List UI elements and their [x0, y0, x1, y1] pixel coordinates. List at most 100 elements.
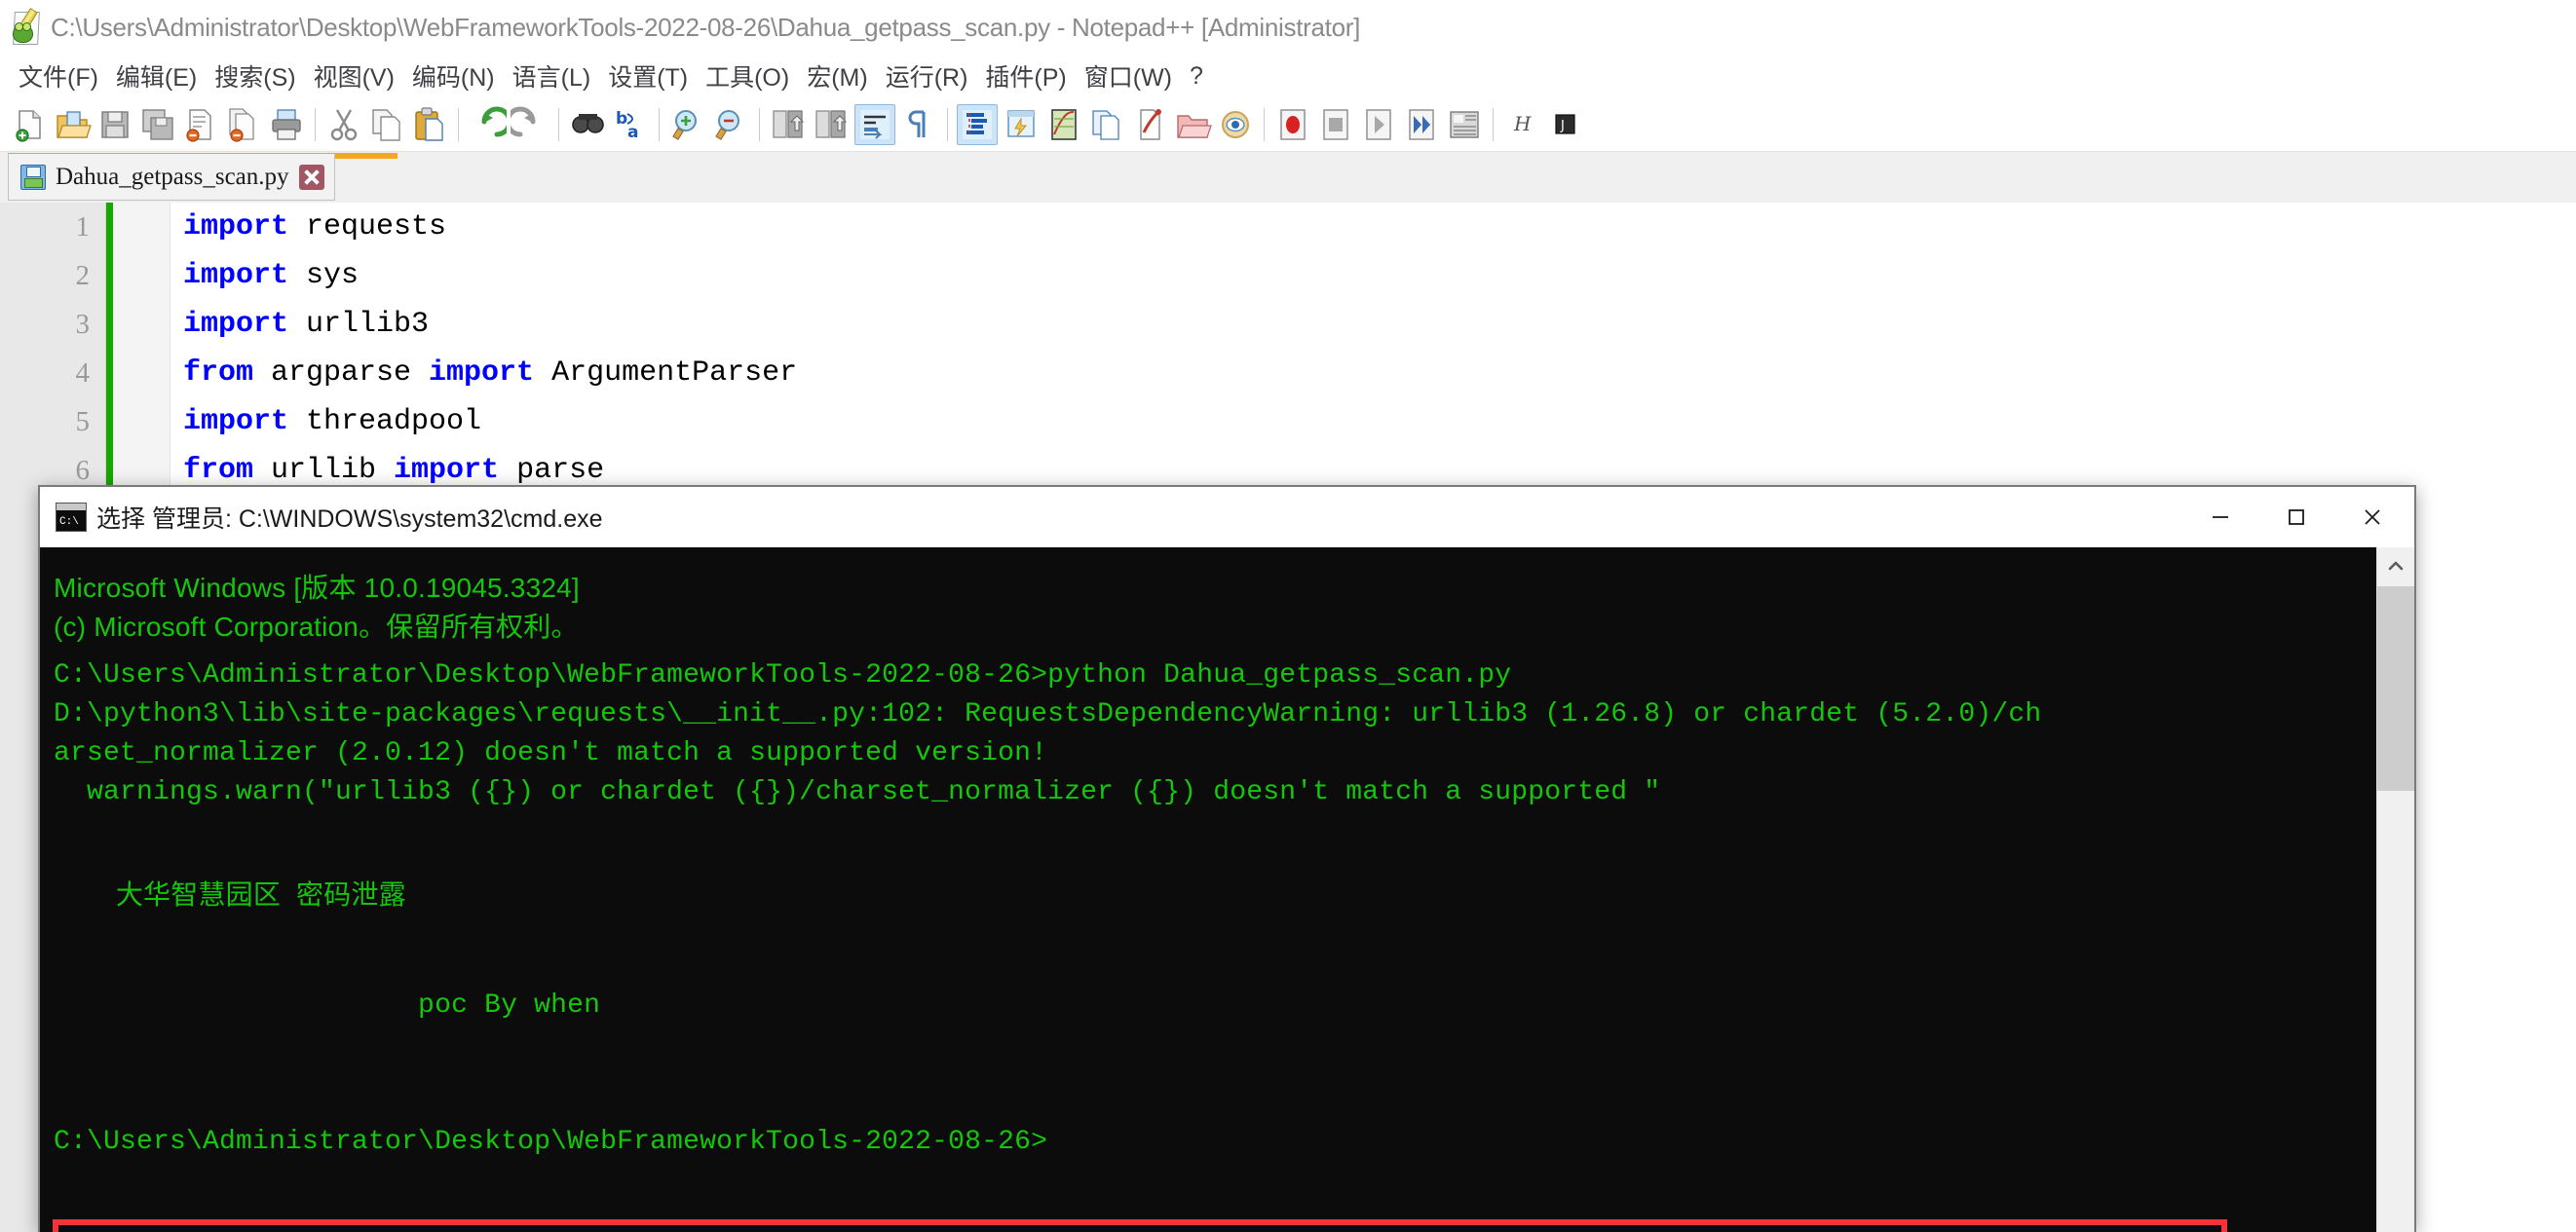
- code-line[interactable]: 2 import sys: [0, 251, 2576, 300]
- toolbar-separator: [759, 107, 760, 141]
- svg-text:a: a: [627, 123, 638, 142]
- menu-macro[interactable]: 宏(M): [798, 56, 876, 95]
- new-file-icon[interactable]: [10, 105, 49, 144]
- console-line: C:\Users\Administrator\Desktop\WebFramew…: [54, 660, 1512, 691]
- code-line-text: import sys: [183, 259, 360, 292]
- word-wrap-icon[interactable]: [854, 103, 895, 145]
- menu-view[interactable]: 视图(V): [305, 56, 403, 95]
- chevron-up-icon[interactable]: [2377, 547, 2414, 584]
- line-number: 3: [75, 308, 91, 340]
- notepadpp-menubar: 文件(F) 编辑(E) 搜索(S) 视图(V) 编码(N) 语言(L) 设置(T…: [0, 55, 2576, 97]
- copy-icon[interactable]: [367, 105, 406, 144]
- sync-horizontal-icon[interactable]: [812, 105, 851, 144]
- console-line: (c) Microsoft Corporation。保留所有权利。: [54, 612, 579, 642]
- floppy-save-icon: [20, 164, 46, 190]
- paste-icon[interactable]: [410, 105, 449, 144]
- indent-guide-icon[interactable]: [957, 103, 998, 145]
- cut-icon[interactable]: [324, 105, 363, 144]
- svg-text:J: J: [1560, 119, 1565, 133]
- document-map-icon[interactable]: [1044, 105, 1083, 144]
- line-number: 4: [75, 356, 91, 389]
- save-icon[interactable]: [95, 105, 134, 144]
- tab-dahua-getpass-scan[interactable]: Dahua_getpass_scan.py: [8, 154, 335, 201]
- close-icon[interactable]: [2334, 488, 2410, 546]
- redo-icon[interactable]: [511, 105, 549, 144]
- code-line-text: import threadpool: [183, 405, 482, 438]
- open-folder-icon[interactable]: [1173, 105, 1212, 144]
- cmd-window-title: 选择 管理员: C:\WINDOWS\system32\cmd.exe: [96, 505, 603, 533]
- console-line: C:\Users\Administrator\Desktop\WebFramew…: [54, 1127, 1048, 1157]
- menu-file[interactable]: 文件(F): [10, 56, 107, 95]
- toolbar-separator: [558, 107, 559, 141]
- window-title: C:\Users\Administrator\Desktop\WebFramew…: [51, 12, 1361, 42]
- toolbar-separator: [458, 107, 459, 141]
- code-line-text: from urllib import parse: [183, 454, 605, 487]
- plugin-icon[interactable]: J: [1545, 105, 1584, 144]
- toolbar-separator: [1493, 107, 1494, 141]
- sync-vertical-icon[interactable]: [769, 105, 808, 144]
- console-line: poc By when: [54, 990, 601, 1021]
- cmd-console-output[interactable]: Microsoft Windows [版本 10.0.19045.3324] (c…: [40, 547, 2414, 1232]
- maximize-icon[interactable]: [2258, 488, 2334, 546]
- menu-plugins[interactable]: 插件(P): [976, 56, 1075, 95]
- record-macro-icon[interactable]: [1273, 105, 1312, 144]
- code-line-text: import urllib3: [183, 308, 430, 341]
- svg-text:b: b: [616, 109, 627, 129]
- folder-as-workspace-icon[interactable]: [1130, 105, 1169, 144]
- menu-search[interactable]: 搜索(S): [206, 56, 304, 95]
- open-file-icon[interactable]: [53, 105, 92, 144]
- code-line[interactable]: 4 from argparse import ArgumentParser: [0, 349, 2576, 397]
- menu-encoding[interactable]: 编码(N): [403, 56, 504, 95]
- tab-close-icon[interactable]: [298, 164, 324, 190]
- print-icon[interactable]: [267, 105, 306, 144]
- menu-language[interactable]: 语言(L): [504, 56, 600, 95]
- red-highlight-box: [53, 1219, 2227, 1232]
- console-line: Microsoft Windows [版本 10.0.19045.3324]: [54, 573, 580, 603]
- menu-tools[interactable]: 工具(O): [697, 56, 798, 95]
- find-icon[interactable]: [568, 105, 607, 144]
- cmd-titlebar[interactable]: C:\ 选择 管理员: C:\WINDOWS\system32\cmd.exe: [40, 487, 2414, 547]
- menu-help[interactable]: ?: [1181, 60, 1212, 93]
- save-macro-icon[interactable]: [1445, 105, 1484, 144]
- run-icon[interactable]: H: [1502, 105, 1541, 144]
- console-line: warnings.warn("urllib3 ({}) or chardet (…: [54, 777, 1661, 807]
- minimize-icon[interactable]: [2182, 488, 2258, 546]
- monitor-icon[interactable]: [1216, 105, 1255, 144]
- save-all-icon[interactable]: [138, 105, 177, 144]
- code-line-text: import requests: [183, 210, 447, 243]
- zoom-out-icon[interactable]: [711, 105, 750, 144]
- undo-icon[interactable]: [468, 105, 507, 144]
- close-all-icon[interactable]: [224, 105, 263, 144]
- stop-macro-icon[interactable]: [1316, 105, 1355, 144]
- notepadpp-titlebar: C:\Users\Administrator\Desktop\WebFramew…: [0, 0, 2576, 55]
- toolbar-separator: [1264, 107, 1265, 141]
- console-line: D:\python3\lib\site-packages\requests\__…: [54, 699, 2042, 729]
- menu-run[interactable]: 运行(R): [877, 56, 977, 95]
- code-line[interactable]: 5 import threadpool: [0, 397, 2576, 446]
- run-macro-multiple-icon[interactable]: [1402, 105, 1441, 144]
- console-scrollbar[interactable]: [2376, 547, 2414, 1232]
- notepadpp-icon: [8, 8, 45, 46]
- scrollbar-thumb[interactable]: [2377, 586, 2414, 791]
- menu-edit[interactable]: 编辑(E): [107, 56, 206, 95]
- zoom-in-icon[interactable]: [668, 105, 707, 144]
- toolbar-separator: [947, 107, 948, 141]
- replace-icon[interactable]: b a: [611, 105, 650, 144]
- menu-settings[interactable]: 设置(T): [599, 56, 697, 95]
- user-defined-lang-icon[interactable]: [1002, 105, 1041, 144]
- menu-window[interactable]: 窗口(W): [1076, 56, 1181, 95]
- line-number: 1: [75, 210, 91, 243]
- function-list-icon[interactable]: [1087, 105, 1126, 144]
- cmd-prompt-glyph: C:\: [59, 516, 79, 528]
- cmd-console-window: C:\ 选择 管理员: C:\WINDOWS\system32\cmd.exe …: [38, 485, 2416, 1232]
- svg-text:H: H: [1513, 112, 1532, 135]
- code-line[interactable]: 1 import requests: [0, 203, 2576, 251]
- tab-label: Dahua_getpass_scan.py: [56, 163, 289, 190]
- show-all-chars-icon[interactable]: [899, 105, 938, 144]
- code-line[interactable]: 3 import urllib3: [0, 300, 2576, 349]
- notepadpp-tabbar: Dahua_getpass_scan.py: [0, 152, 2576, 204]
- notepadpp-toolbar: b a H J: [0, 97, 2576, 152]
- line-number: 6: [75, 454, 91, 486]
- play-macro-icon[interactable]: [1359, 105, 1398, 144]
- close-file-icon[interactable]: [181, 105, 220, 144]
